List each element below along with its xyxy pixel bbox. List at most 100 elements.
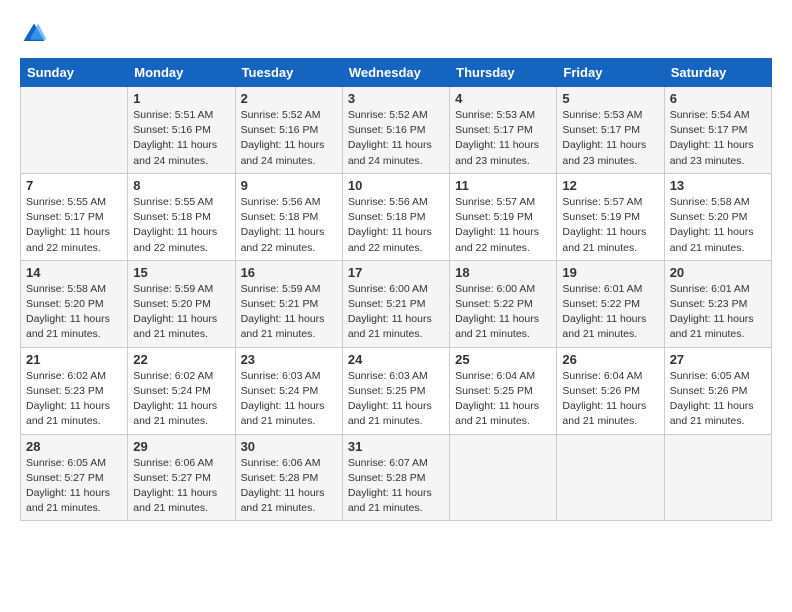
day-info: Sunrise: 5:59 AM Sunset: 5:20 PM Dayligh… [133,282,229,343]
calendar-cell [21,87,128,174]
day-number: 3 [348,91,444,106]
day-info: Sunrise: 5:53 AM Sunset: 5:17 PM Dayligh… [562,108,658,169]
day-number: 9 [241,178,337,193]
day-info: Sunrise: 6:00 AM Sunset: 5:21 PM Dayligh… [348,282,444,343]
calendar-cell [664,434,771,521]
day-number: 4 [455,91,551,106]
calendar-cell: 1 Sunrise: 5:51 AM Sunset: 5:16 PM Daylig… [128,87,235,174]
day-number: 31 [348,439,444,454]
calendar-cell: 2 Sunrise: 5:52 AM Sunset: 5:16 PM Daylig… [235,87,342,174]
calendar-cell: 15 Sunrise: 5:59 AM Sunset: 5:20 PM Dayli… [128,260,235,347]
header-saturday: Saturday [664,59,771,87]
header-friday: Friday [557,59,664,87]
header-sunday: Sunday [21,59,128,87]
calendar-table: SundayMondayTuesdayWednesdayThursdayFrid… [20,58,772,521]
day-number: 10 [348,178,444,193]
calendar-cell: 23 Sunrise: 6:03 AM Sunset: 5:24 PM Dayli… [235,347,342,434]
day-info: Sunrise: 6:05 AM Sunset: 5:27 PM Dayligh… [26,456,122,517]
day-info: Sunrise: 5:59 AM Sunset: 5:21 PM Dayligh… [241,282,337,343]
day-number: 19 [562,265,658,280]
day-info: Sunrise: 5:55 AM Sunset: 5:17 PM Dayligh… [26,195,122,256]
calendar-cell: 24 Sunrise: 6:03 AM Sunset: 5:25 PM Dayli… [342,347,449,434]
day-info: Sunrise: 6:04 AM Sunset: 5:25 PM Dayligh… [455,369,551,430]
calendar-cell: 28 Sunrise: 6:05 AM Sunset: 5:27 PM Dayli… [21,434,128,521]
calendar-week-3: 14 Sunrise: 5:58 AM Sunset: 5:20 PM Dayli… [21,260,772,347]
day-number: 11 [455,178,551,193]
day-number: 25 [455,352,551,367]
day-number: 23 [241,352,337,367]
calendar-cell: 17 Sunrise: 6:00 AM Sunset: 5:21 PM Dayli… [342,260,449,347]
calendar-week-1: 1 Sunrise: 5:51 AM Sunset: 5:16 PM Daylig… [21,87,772,174]
day-info: Sunrise: 5:58 AM Sunset: 5:20 PM Dayligh… [26,282,122,343]
day-number: 15 [133,265,229,280]
calendar-cell: 20 Sunrise: 6:01 AM Sunset: 5:23 PM Dayli… [664,260,771,347]
calendar-cell: 11 Sunrise: 5:57 AM Sunset: 5:19 PM Dayli… [450,173,557,260]
day-number: 12 [562,178,658,193]
day-info: Sunrise: 6:03 AM Sunset: 5:25 PM Dayligh… [348,369,444,430]
calendar-cell: 25 Sunrise: 6:04 AM Sunset: 5:25 PM Dayli… [450,347,557,434]
day-info: Sunrise: 6:05 AM Sunset: 5:26 PM Dayligh… [670,369,766,430]
day-number: 18 [455,265,551,280]
calendar-cell: 26Sunrise: 6:04 AM Sunset: 5:26 PM Dayli… [557,347,664,434]
day-info: Sunrise: 5:52 AM Sunset: 5:16 PM Dayligh… [348,108,444,169]
day-number: 7 [26,178,122,193]
day-number: 24 [348,352,444,367]
calendar-cell: 21 Sunrise: 6:02 AM Sunset: 5:23 PM Dayli… [21,347,128,434]
calendar-cell: 31 Sunrise: 6:07 AM Sunset: 5:28 PM Dayli… [342,434,449,521]
day-info: Sunrise: 5:58 AM Sunset: 5:20 PM Dayligh… [670,195,766,256]
day-number: 27 [670,352,766,367]
calendar-cell: 7 Sunrise: 5:55 AM Sunset: 5:17 PM Daylig… [21,173,128,260]
day-info: Sunrise: 6:06 AM Sunset: 5:27 PM Dayligh… [133,456,229,517]
day-info: Sunrise: 5:55 AM Sunset: 5:18 PM Dayligh… [133,195,229,256]
day-number: 14 [26,265,122,280]
calendar-cell: 3 Sunrise: 5:52 AM Sunset: 5:16 PM Daylig… [342,87,449,174]
logo-icon [20,20,48,48]
day-number: 17 [348,265,444,280]
day-info: Sunrise: 5:53 AM Sunset: 5:17 PM Dayligh… [455,108,551,169]
header-thursday: Thursday [450,59,557,87]
day-number: 5 [562,91,658,106]
calendar-cell: 6Sunrise: 5:54 AM Sunset: 5:17 PM Daylig… [664,87,771,174]
day-info: Sunrise: 5:52 AM Sunset: 5:16 PM Dayligh… [241,108,337,169]
day-number: 8 [133,178,229,193]
day-number: 28 [26,439,122,454]
day-info: Sunrise: 6:07 AM Sunset: 5:28 PM Dayligh… [348,456,444,517]
calendar-cell: 9Sunrise: 5:56 AM Sunset: 5:18 PM Daylig… [235,173,342,260]
day-number: 21 [26,352,122,367]
page-header [20,20,772,48]
calendar-cell: 14 Sunrise: 5:58 AM Sunset: 5:20 PM Dayli… [21,260,128,347]
calendar-cell: 18 Sunrise: 6:00 AM Sunset: 5:22 PM Dayli… [450,260,557,347]
day-info: Sunrise: 6:02 AM Sunset: 5:23 PM Dayligh… [26,369,122,430]
calendar-cell: 10Sunrise: 5:56 AM Sunset: 5:18 PM Dayli… [342,173,449,260]
calendar-cell: 29 Sunrise: 6:06 AM Sunset: 5:27 PM Dayli… [128,434,235,521]
day-number: 1 [133,91,229,106]
calendar-cell: 19 Sunrise: 6:01 AM Sunset: 5:22 PM Dayli… [557,260,664,347]
calendar-cell [450,434,557,521]
day-number: 2 [241,91,337,106]
day-number: 22 [133,352,229,367]
day-info: Sunrise: 6:03 AM Sunset: 5:24 PM Dayligh… [241,369,337,430]
calendar-week-4: 21 Sunrise: 6:02 AM Sunset: 5:23 PM Dayli… [21,347,772,434]
day-info: Sunrise: 6:01 AM Sunset: 5:22 PM Dayligh… [562,282,658,343]
day-info: Sunrise: 6:06 AM Sunset: 5:28 PM Dayligh… [241,456,337,517]
calendar-cell: 4 Sunrise: 5:53 AM Sunset: 5:17 PM Daylig… [450,87,557,174]
day-info: Sunrise: 5:51 AM Sunset: 5:16 PM Dayligh… [133,108,229,169]
calendar-cell [557,434,664,521]
day-info: Sunrise: 5:57 AM Sunset: 5:19 PM Dayligh… [562,195,658,256]
day-number: 16 [241,265,337,280]
day-info: Sunrise: 5:57 AM Sunset: 5:19 PM Dayligh… [455,195,551,256]
day-info: Sunrise: 6:01 AM Sunset: 5:23 PM Dayligh… [670,282,766,343]
calendar-cell: 22 Sunrise: 6:02 AM Sunset: 5:24 PM Dayli… [128,347,235,434]
header-monday: Monday [128,59,235,87]
header-tuesday: Tuesday [235,59,342,87]
calendar-header-row: SundayMondayTuesdayWednesdayThursdayFrid… [21,59,772,87]
calendar-cell: 16 Sunrise: 5:59 AM Sunset: 5:21 PM Dayli… [235,260,342,347]
header-wednesday: Wednesday [342,59,449,87]
day-number: 6 [670,91,766,106]
calendar-cell: 13Sunrise: 5:58 AM Sunset: 5:20 PM Dayli… [664,173,771,260]
day-number: 20 [670,265,766,280]
calendar-week-2: 7 Sunrise: 5:55 AM Sunset: 5:17 PM Daylig… [21,173,772,260]
day-info: Sunrise: 6:02 AM Sunset: 5:24 PM Dayligh… [133,369,229,430]
day-number: 29 [133,439,229,454]
day-info: Sunrise: 6:00 AM Sunset: 5:22 PM Dayligh… [455,282,551,343]
